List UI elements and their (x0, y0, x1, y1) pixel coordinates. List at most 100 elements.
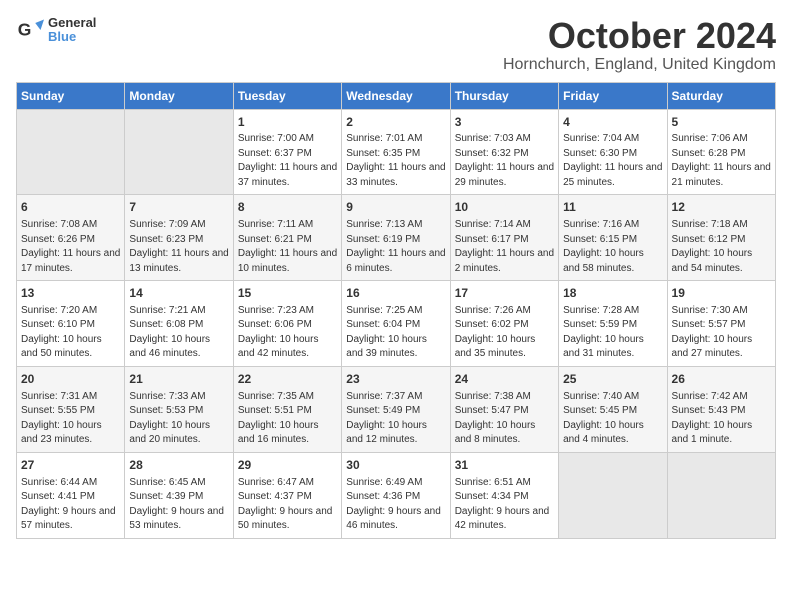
location-subtitle: Hornchurch, England, United Kingdom (503, 56, 776, 74)
calendar-cell: 6 Sunrise: 7:08 AM Sunset: 6:26 PM Daylig… (17, 195, 125, 281)
calendar-cell (125, 109, 233, 195)
calendar-week-row: 27 Sunrise: 6:44 AM Sunset: 4:41 PM Dayli… (17, 452, 776, 538)
weekday-header-cell: Friday (559, 82, 667, 109)
weekday-header-cell: Monday (125, 82, 233, 109)
svg-text:G: G (18, 20, 32, 40)
calendar-cell: 27 Sunrise: 6:44 AM Sunset: 4:41 PM Dayli… (17, 452, 125, 538)
calendar-cell: 25 Sunrise: 7:40 AM Sunset: 5:45 PM Dayli… (559, 366, 667, 452)
calendar-cell: 29 Sunrise: 6:47 AM Sunset: 4:37 PM Dayli… (233, 452, 341, 538)
calendar-cell (559, 452, 667, 538)
day-info: Sunrise: 7:04 AM Sunset: 6:30 PM Dayligh… (563, 132, 662, 190)
day-number: 4 (563, 114, 662, 131)
day-number: 9 (346, 199, 445, 216)
day-number: 31 (455, 457, 554, 474)
day-number: 6 (21, 199, 120, 216)
day-number: 26 (672, 371, 771, 388)
calendar-cell: 4Sunrise: 7:04 AM Sunset: 6:30 PM Daylig… (559, 109, 667, 195)
day-info: Sunrise: 7:35 AM Sunset: 5:51 PM Dayligh… (238, 390, 337, 448)
calendar-cell: 22Sunrise: 7:35 AM Sunset: 5:51 PM Dayli… (233, 366, 341, 452)
calendar-cell: 8 Sunrise: 7:11 AM Sunset: 6:21 PM Daylig… (233, 195, 341, 281)
calendar-cell: 17Sunrise: 7:26 AM Sunset: 6:02 PM Dayli… (450, 281, 558, 367)
calendar-cell: 26 Sunrise: 7:42 AM Sunset: 5:43 PM Dayli… (667, 366, 775, 452)
calendar-cell: 5Sunrise: 7:06 AM Sunset: 6:28 PM Daylig… (667, 109, 775, 195)
day-number: 23 (346, 371, 445, 388)
calendar-week-row: 13 Sunrise: 7:20 AM Sunset: 6:10 PM Dayli… (17, 281, 776, 367)
calendar-cell: 10 Sunrise: 7:14 AM Sunset: 6:17 PM Dayli… (450, 195, 558, 281)
day-number: 20 (21, 371, 120, 388)
day-number: 27 (21, 457, 120, 474)
page-header: G General Blue October 2024 Hornchurch, … (16, 16, 776, 74)
day-info: Sunrise: 7:18 AM Sunset: 6:12 PM Dayligh… (672, 218, 771, 276)
day-info: Sunrise: 7:31 AM Sunset: 5:55 PM Dayligh… (21, 390, 120, 448)
day-info: Sunrise: 6:49 AM Sunset: 4:36 PM Dayligh… (346, 476, 445, 534)
day-info: Sunrise: 7:14 AM Sunset: 6:17 PM Dayligh… (455, 218, 554, 276)
calendar-cell: 3Sunrise: 7:03 AM Sunset: 6:32 PM Daylig… (450, 109, 558, 195)
weekday-header-cell: Wednesday (342, 82, 450, 109)
day-info: Sunrise: 7:11 AM Sunset: 6:21 PM Dayligh… (238, 218, 337, 276)
calendar-cell: 19Sunrise: 7:30 AM Sunset: 5:57 PM Dayli… (667, 281, 775, 367)
day-number: 29 (238, 457, 337, 474)
day-number: 28 (129, 457, 228, 474)
calendar-cell: 15Sunrise: 7:23 AM Sunset: 6:06 PM Dayli… (233, 281, 341, 367)
day-info: Sunrise: 7:33 AM Sunset: 5:53 PM Dayligh… (129, 390, 228, 448)
day-info: Sunrise: 7:38 AM Sunset: 5:47 PM Dayligh… (455, 390, 554, 448)
calendar-cell: 7Sunrise: 7:09 AM Sunset: 6:23 PM Daylig… (125, 195, 233, 281)
day-info: Sunrise: 7:28 AM Sunset: 5:59 PM Dayligh… (563, 304, 662, 362)
day-number: 14 (129, 285, 228, 302)
weekday-header-row: SundayMondayTuesdayWednesdayThursdayFrid… (17, 82, 776, 109)
logo-text: General Blue (48, 16, 96, 45)
calendar-cell: 14 Sunrise: 7:21 AM Sunset: 6:08 PM Dayli… (125, 281, 233, 367)
day-info: Sunrise: 6:45 AM Sunset: 4:39 PM Dayligh… (129, 476, 228, 534)
day-info: Sunrise: 7:13 AM Sunset: 6:19 PM Dayligh… (346, 218, 445, 276)
weekday-header-cell: Thursday (450, 82, 558, 109)
calendar-cell: 16Sunrise: 7:25 AM Sunset: 6:04 PM Dayli… (342, 281, 450, 367)
day-info: Sunrise: 7:06 AM Sunset: 6:28 PM Dayligh… (672, 132, 771, 190)
day-number: 5 (672, 114, 771, 131)
calendar-cell: 20 Sunrise: 7:31 AM Sunset: 5:55 PM Dayli… (17, 366, 125, 452)
day-number: 25 (563, 371, 662, 388)
calendar-cell: 31 Sunrise: 6:51 AM Sunset: 4:34 PM Dayli… (450, 452, 558, 538)
weekday-header-cell: Tuesday (233, 82, 341, 109)
calendar-cell: 2Sunrise: 7:01 AM Sunset: 6:35 PM Daylig… (342, 109, 450, 195)
day-info: Sunrise: 6:51 AM Sunset: 4:34 PM Dayligh… (455, 476, 554, 534)
day-number: 19 (672, 285, 771, 302)
day-number: 2 (346, 114, 445, 131)
weekday-header-cell: Saturday (667, 82, 775, 109)
day-info: Sunrise: 7:25 AM Sunset: 6:04 PM Dayligh… (346, 304, 445, 362)
day-number: 10 (455, 199, 554, 216)
day-number: 15 (238, 285, 337, 302)
day-number: 18 (563, 285, 662, 302)
day-number: 1 (238, 114, 337, 131)
day-info: Sunrise: 7:26 AM Sunset: 6:02 PM Dayligh… (455, 304, 554, 362)
calendar-cell: 30Sunrise: 6:49 AM Sunset: 4:36 PM Dayli… (342, 452, 450, 538)
day-info: Sunrise: 7:21 AM Sunset: 6:08 PM Dayligh… (129, 304, 228, 362)
calendar-cell: 24 Sunrise: 7:38 AM Sunset: 5:47 PM Dayli… (450, 366, 558, 452)
day-number: 8 (238, 199, 337, 216)
calendar-cell (17, 109, 125, 195)
day-number: 24 (455, 371, 554, 388)
day-info: Sunrise: 7:42 AM Sunset: 5:43 PM Dayligh… (672, 390, 771, 448)
weekday-header-cell: Sunday (17, 82, 125, 109)
calendar-cell: 13 Sunrise: 7:20 AM Sunset: 6:10 PM Dayli… (17, 281, 125, 367)
day-number: 21 (129, 371, 228, 388)
day-info: Sunrise: 6:47 AM Sunset: 4:37 PM Dayligh… (238, 476, 337, 534)
calendar-cell: 9 Sunrise: 7:13 AM Sunset: 6:19 PM Daylig… (342, 195, 450, 281)
calendar-cell: 28 Sunrise: 6:45 AM Sunset: 4:39 PM Dayli… (125, 452, 233, 538)
calendar-week-row: 6 Sunrise: 7:08 AM Sunset: 6:26 PM Daylig… (17, 195, 776, 281)
calendar-body: 1Sunrise: 7:00 AM Sunset: 6:37 PM Daylig… (17, 109, 776, 538)
day-info: Sunrise: 7:20 AM Sunset: 6:10 PM Dayligh… (21, 304, 120, 362)
day-number: 3 (455, 114, 554, 131)
calendar-table: SundayMondayTuesdayWednesdayThursdayFrid… (16, 82, 776, 539)
day-number: 13 (21, 285, 120, 302)
calendar-cell: 18 Sunrise: 7:28 AM Sunset: 5:59 PM Dayli… (559, 281, 667, 367)
day-info: Sunrise: 7:00 AM Sunset: 6:37 PM Dayligh… (238, 132, 337, 190)
calendar-cell: 23 Sunrise: 7:37 AM Sunset: 5:49 PM Dayli… (342, 366, 450, 452)
calendar-week-row: 20 Sunrise: 7:31 AM Sunset: 5:55 PM Dayli… (17, 366, 776, 452)
day-info: Sunrise: 7:08 AM Sunset: 6:26 PM Dayligh… (21, 218, 120, 276)
day-number: 12 (672, 199, 771, 216)
day-info: Sunrise: 7:37 AM Sunset: 5:49 PM Dayligh… (346, 390, 445, 448)
day-info: Sunrise: 7:01 AM Sunset: 6:35 PM Dayligh… (346, 132, 445, 190)
day-info: Sunrise: 6:44 AM Sunset: 4:41 PM Dayligh… (21, 476, 120, 534)
calendar-cell: 12 Sunrise: 7:18 AM Sunset: 6:12 PM Dayli… (667, 195, 775, 281)
day-info: Sunrise: 7:40 AM Sunset: 5:45 PM Dayligh… (563, 390, 662, 448)
